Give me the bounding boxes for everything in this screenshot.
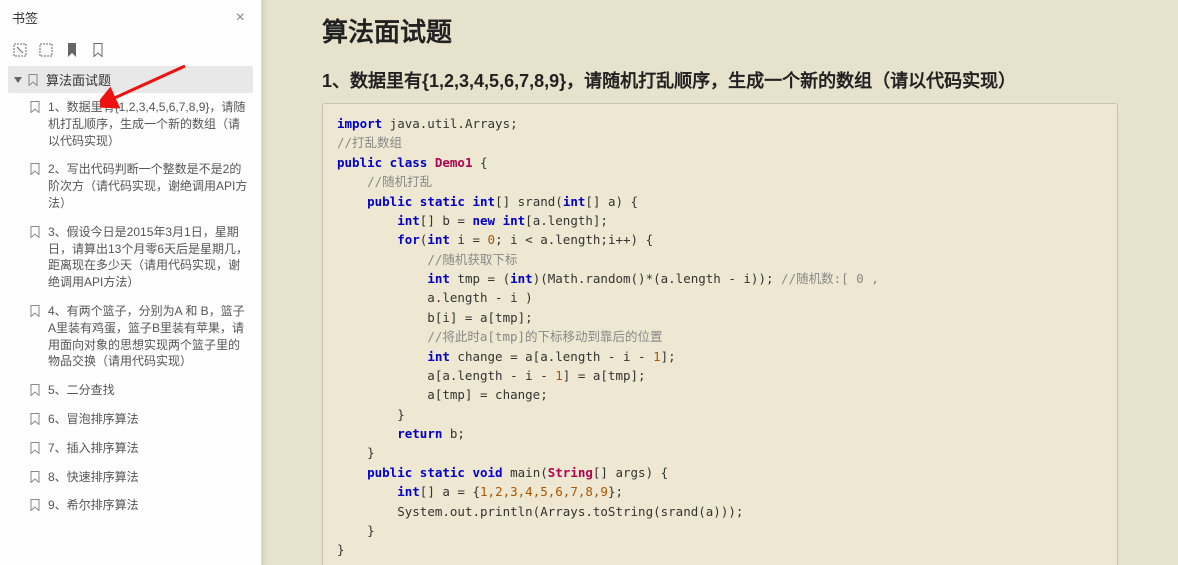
bookmark-icon: [30, 442, 40, 454]
outline-item-label: 8、快速排序算法: [48, 469, 249, 486]
outline-tree: 算法面试题 1、数据里有{1,2,3,4,5,6,7,8,9}，请随机打乱顺序，…: [0, 62, 261, 565]
outline-root-item[interactable]: 算法面试题: [8, 66, 253, 93]
bookmark-icon: [28, 74, 38, 86]
outline-root-label: 算法面试题: [46, 70, 111, 89]
outline-item-label: 2、写出代码判断一个整数是不是2的阶次方（请代码实现，谢绝调用API方法）: [48, 161, 249, 211]
outline-item[interactable]: 6、冒泡排序算法: [26, 405, 253, 434]
content-inner: 算法面试题 1、数据里有{1,2,3,4,5,6,7,8,9}，请随机打乱顺序，…: [262, 0, 1178, 565]
outline-item[interactable]: 2、写出代码判断一个整数是不是2的阶次方（请代码实现，谢绝调用API方法）: [26, 155, 253, 217]
bookmark-icon: [30, 471, 40, 483]
bookmark-icon: [30, 413, 40, 425]
close-icon[interactable]: ×: [232, 9, 249, 27]
bookmarks-sidebar: 书签 × 算法面试题 1、数据里有{1,2,3,4,5,6,7,8,9}，请随机…: [0, 0, 262, 565]
bookmark-icon: [30, 305, 40, 317]
sidebar-title: 书签: [12, 8, 38, 27]
outline-item-label: 3、假设今日是2015年3月1日，星期日，请算出13个月零6天后是星期几，距离现…: [48, 224, 249, 291]
outline-item[interactable]: 4、有两个篮子，分别为A 和 B，篮子A里装有鸡蛋，篮子B里装有苹果，请用面向对…: [26, 297, 253, 376]
bookmark-icon: [30, 101, 40, 113]
outline-item-label: 9、希尔排序算法: [48, 497, 249, 514]
disclosure-icon: [14, 77, 22, 83]
expand-current-icon[interactable]: [12, 42, 28, 58]
outline-item-label: 7、插入排序算法: [48, 440, 249, 457]
bookmark-icon: [30, 226, 40, 238]
outline-item[interactable]: 8、快速排序算法: [26, 463, 253, 492]
bookmark-outline-icon[interactable]: [90, 42, 106, 58]
outline-item[interactable]: 9、希尔排序算法: [26, 491, 253, 520]
outline-item[interactable]: 5、二分查找: [26, 376, 253, 405]
outline-item[interactable]: 3、假设今日是2015年3月1日，星期日，请算出13个月零6天后是星期几，距离现…: [26, 218, 253, 297]
outline-item[interactable]: 7、插入排序算法: [26, 434, 253, 463]
collapse-icon[interactable]: [38, 42, 54, 58]
outline-item[interactable]: 1、数据里有{1,2,3,4,5,6,7,8,9}，请随机打乱顺序，生成一个新的…: [26, 93, 253, 155]
page-title: 算法面试题: [322, 12, 1118, 49]
content-pane[interactable]: 算法面试题 1、数据里有{1,2,3,4,5,6,7,8,9}，请随机打乱顺序，…: [262, 0, 1178, 565]
section-1-heading: 1、数据里有{1,2,3,4,5,6,7,8,9}，请随机打乱顺序，生成一个新的…: [322, 67, 1118, 93]
bookmark-icon: [30, 499, 40, 511]
outline-item-label: 6、冒泡排序算法: [48, 411, 249, 428]
sidebar-toolbar: [0, 36, 261, 62]
bookmark-filled-icon[interactable]: [64, 42, 80, 58]
bookmark-icon: [30, 163, 40, 175]
outline-item-label: 4、有两个篮子，分别为A 和 B，篮子A里装有鸡蛋，篮子B里装有苹果，请用面向对…: [48, 303, 249, 370]
outline-item-label: 5、二分查找: [48, 382, 249, 399]
code-block-1: import java.util.Arrays; //打乱数组 public c…: [322, 103, 1118, 565]
bookmark-icon: [30, 384, 40, 396]
sidebar-header: 书签 ×: [0, 0, 261, 36]
outline-item-label: 1、数据里有{1,2,3,4,5,6,7,8,9}，请随机打乱顺序，生成一个新的…: [48, 99, 249, 149]
